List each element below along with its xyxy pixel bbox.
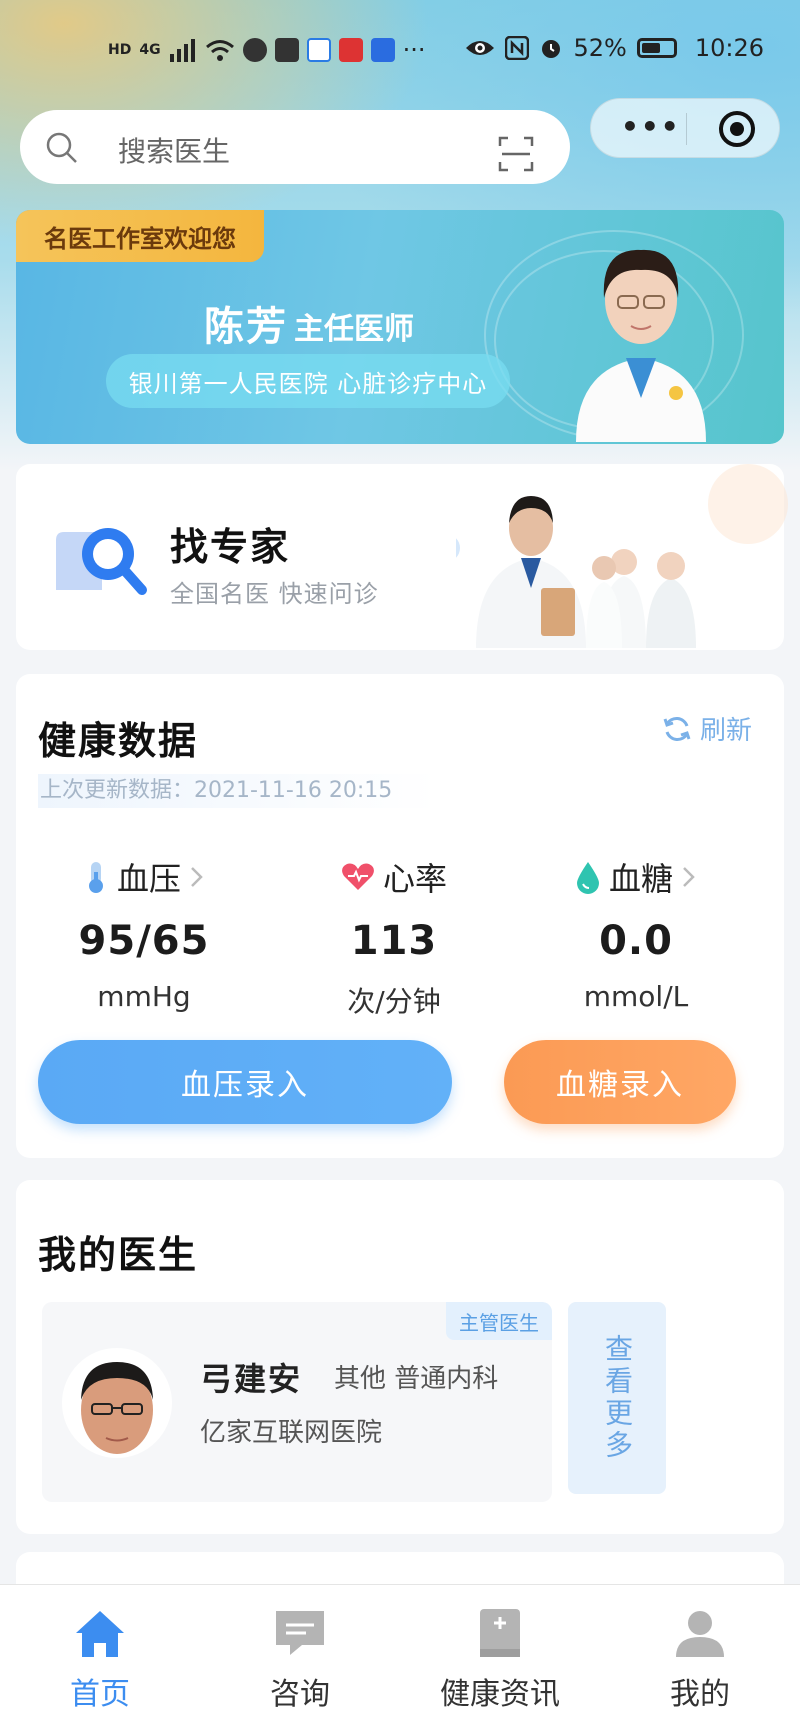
blood-pressure-metric[interactable]: 血压 95/65 mmHg: [34, 854, 254, 1013]
doctors-illustration: [456, 496, 696, 648]
doctor-name: 弓建安: [200, 1360, 303, 1398]
thermometer-icon: [88, 862, 103, 893]
scan-icon[interactable]: [498, 136, 534, 172]
close-miniprogram-button[interactable]: [719, 111, 755, 147]
blood-sugar-unit: mmol/L: [583, 980, 689, 1013]
wifi-icon: [205, 40, 234, 61]
chevron-right-icon: [683, 867, 695, 887]
find-expert-card[interactable]: 找专家 全国名医 快速问诊: [16, 464, 788, 650]
blood-pressure-unit: mmHg: [97, 980, 191, 1013]
refresh-button[interactable]: 刷新: [662, 710, 752, 747]
status-bar: HD 4G ··· 52% 10:26: [0, 28, 800, 72]
tab-home[interactable]: 首页: [0, 1605, 200, 1713]
banner-welcome-tag: 名医工作室欢迎您: [16, 210, 264, 262]
app-icon: [274, 38, 299, 62]
tab-mine-label: 我的: [670, 1677, 730, 1712]
eye-icon: [466, 41, 495, 55]
drop-icon: [576, 862, 599, 894]
tab-mine[interactable]: 我的: [600, 1605, 800, 1713]
more-menu-button[interactable]: •••: [621, 113, 681, 141]
heart-rate-value: 113: [350, 918, 438, 964]
find-expert-subtitle: 全国名医 快速问诊: [170, 580, 379, 608]
doctor-photo: [576, 249, 706, 442]
blood-sugar-metric[interactable]: 血糖 0.0 mmol/L: [526, 854, 746, 1013]
last-updated: 上次更新数据：2021-11-16 20:15: [38, 774, 438, 808]
book-app-icon: [338, 38, 363, 62]
message-icon: [306, 38, 331, 62]
blood-sugar-entry-button[interactable]: 血糖录入: [504, 1040, 736, 1124]
tab-consult-label: 咨询: [270, 1677, 330, 1712]
user-icon: [676, 1611, 724, 1657]
bottom-tab-bar: 首页 咨询 健康资讯 我的: [0, 1584, 800, 1733]
blood-sugar-value: 0.0: [599, 918, 673, 964]
blood-pressure-value: 95/65: [78, 918, 210, 964]
tab-health-news-label: 健康资讯: [440, 1677, 560, 1712]
clock: 10:26: [694, 34, 764, 62]
nfc-icon: [505, 36, 530, 60]
tab-health-news[interactable]: 健康资讯: [400, 1605, 600, 1713]
see-more-button[interactable]: 查看更多: [568, 1302, 666, 1494]
home-icon: [76, 1611, 124, 1657]
attending-doctor-badge: 主管医生: [446, 1302, 552, 1340]
doctor-avatar: [62, 1348, 172, 1458]
heart-rate-unit: 次/分钟: [347, 985, 441, 1018]
search-bar[interactable]: 搜索医生: [20, 110, 570, 184]
doctor-hospital: 亿家互联网医院: [200, 1418, 383, 1448]
heart-icon: [342, 863, 374, 890]
health-data-card: 健康数据 刷新 上次更新数据：2021-11-16 20:15 血压 95/65…: [16, 674, 784, 1158]
doctor-banner[interactable]: 名医工作室欢迎您 陈芳 主任医师 银川第一人民医院 心脏诊疗中心: [16, 210, 784, 444]
chevron-right-icon: [191, 867, 203, 887]
capsule-divider: [686, 113, 687, 145]
wechat-icon: [242, 38, 267, 62]
battery-percent: 52%: [573, 34, 627, 62]
blood-sugar-label: 血糖: [608, 860, 673, 898]
heart-rate-metric[interactable]: 心率 113 次/分钟: [284, 854, 504, 1020]
health-data-title: 健康数据: [38, 719, 199, 763]
my-doctor-card: 我的医生 主管医生 弓建安 其他 普通内科 亿家互联网医院 查看更多: [16, 1180, 784, 1534]
alarm-icon: [542, 40, 561, 58]
banner-doctor-name: 陈芳: [204, 304, 288, 350]
battery-icon: [636, 38, 677, 58]
blood-pressure-label: 血压: [116, 860, 181, 898]
more-notifications: ···: [402, 36, 426, 64]
my-doctor-title: 我的医生: [38, 1233, 199, 1277]
search-placeholder: 搜索医生: [118, 135, 231, 168]
find-expert-title: 找专家: [170, 525, 291, 569]
network-type: 4G: [139, 42, 161, 58]
heart-rate-label: 心率: [382, 860, 447, 898]
miniprogram-capsule: •••: [590, 98, 780, 158]
tab-home-label: 首页: [70, 1677, 130, 1712]
refresh-icon: [663, 716, 691, 741]
status-left-icons: HD 4G ···: [108, 36, 425, 64]
bulb-app-icon: [370, 38, 395, 62]
refresh-label: 刷新: [699, 716, 752, 746]
doctor-list-item[interactable]: 主管医生 弓建安 其他 普通内科 亿家互联网医院: [42, 1302, 552, 1502]
book-icon: [480, 1609, 520, 1657]
tab-consult[interactable]: 咨询: [200, 1605, 400, 1713]
signal-icon: [169, 39, 195, 62]
blood-pressure-entry-button[interactable]: 血压录入: [38, 1040, 452, 1124]
find-expert-icon: [56, 528, 147, 595]
chat-icon: [276, 1611, 324, 1655]
status-right-icons: 52% 10:26: [465, 34, 764, 62]
search-icon: [46, 132, 77, 163]
hd-indicator: HD: [108, 42, 132, 58]
banner-hospital: 银川第一人民医院 心脏诊疗中心: [106, 354, 510, 408]
banner-doctor-title: 主任医师: [294, 312, 414, 347]
doctor-department: 其他 普通内科: [334, 1364, 499, 1394]
